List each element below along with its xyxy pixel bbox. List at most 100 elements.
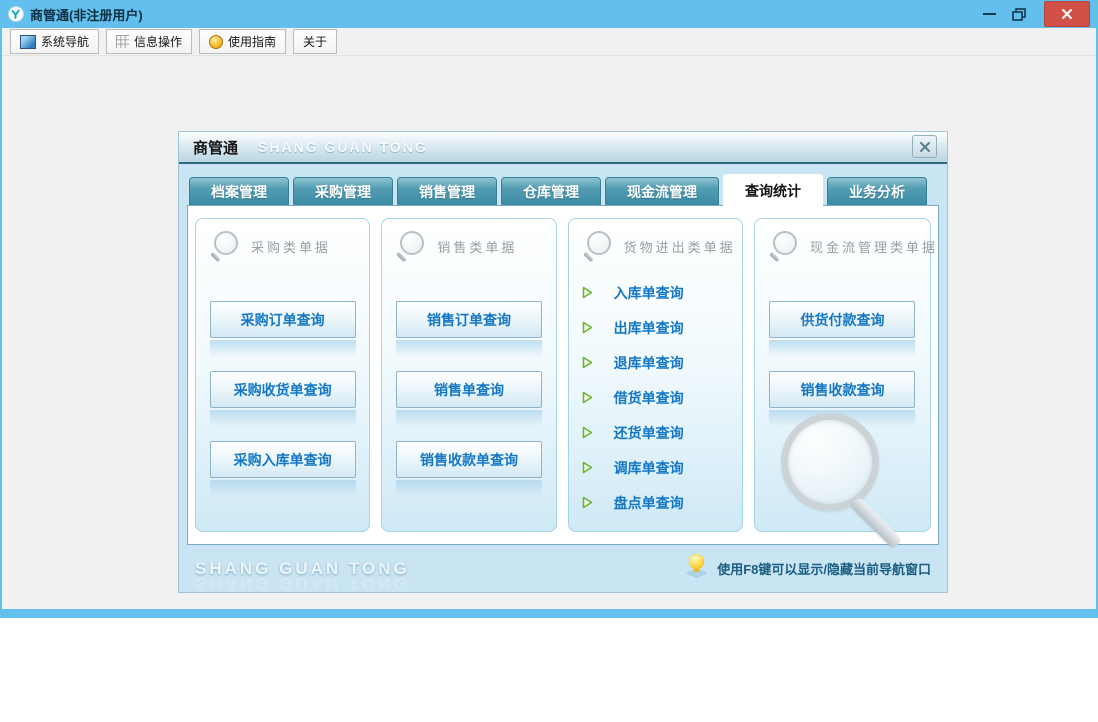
query-link[interactable]: 入库单查询 bbox=[569, 275, 742, 310]
query-button-wrap: 供货付款查询 bbox=[769, 301, 916, 357]
card-title: 现金流管理类单据 bbox=[809, 239, 938, 255]
card-title: 采购类单据 bbox=[251, 239, 332, 255]
navigation-panel: 商管通 SHANG GUAN TONG 档案管理 采购管理 销售管理 仓库管理 现金流管… bbox=[178, 131, 948, 593]
query-link[interactable]: 出库单查询 bbox=[569, 310, 742, 345]
query-link-label: 调库单查询 bbox=[613, 459, 684, 476]
magnifier-icon bbox=[394, 231, 425, 263]
magnifier-icon bbox=[581, 231, 611, 263]
close-icon[interactable] bbox=[1044, 1, 1090, 27]
lightbulb-icon bbox=[683, 553, 710, 584]
system-nav-icon bbox=[20, 34, 36, 49]
panel-header: 商管通 SHANG GUAN TONG bbox=[179, 132, 947, 164]
info-grid-icon bbox=[116, 35, 130, 48]
query-link-label: 还货单查询 bbox=[613, 424, 684, 441]
green-arrow-icon bbox=[582, 286, 593, 299]
magnifier-lens bbox=[214, 231, 238, 255]
tab-1[interactable]: 档案管理 bbox=[189, 177, 289, 205]
query-button[interactable]: 采购入库单查询 bbox=[209, 441, 356, 478]
query-card-3: 货物进出类单据入库单查询出库单查询退库单查询借货单查询还货单查询调库单查询盘点单… bbox=[567, 218, 743, 532]
query-link[interactable]: 还货单查询 bbox=[569, 415, 742, 450]
tab-3[interactable]: 销售管理 bbox=[397, 177, 497, 205]
query-button[interactable]: 销售单查询 bbox=[395, 371, 542, 408]
query-button-wrap: 采购入库单查询 bbox=[209, 441, 356, 497]
window-controls bbox=[983, 1, 1090, 27]
big-magnifier-handle bbox=[849, 495, 903, 550]
query-button[interactable]: 供货付款查询 bbox=[769, 301, 916, 338]
app-window: 商管通(非注册用户) 系统导航 信息操作 使用指南 关于 商管通 SHANG GUAN… bbox=[0, 0, 1098, 618]
card-header: 现金流管理类单据 bbox=[755, 219, 935, 263]
magnifier-icon bbox=[208, 231, 238, 263]
query-button-wrap: 销售收款单查询 bbox=[395, 441, 542, 497]
query-link[interactable]: 退库单查询 bbox=[569, 345, 742, 380]
query-button-wrap: 销售收款查询 bbox=[769, 371, 916, 427]
query-card-1: 采购类单据采购订单查询 采购收货单查询 采购入库单查询 bbox=[195, 218, 371, 532]
query-link-label: 退库单查询 bbox=[613, 354, 684, 371]
green-arrow-icon bbox=[582, 496, 593, 509]
card-buttons: 销售订单查询 销售单查询销售收款单查询 bbox=[382, 301, 555, 511]
query-card-2: 销售类单据销售订单查询 销售单查询销售收款单查询 bbox=[381, 218, 557, 532]
app-logo-icon bbox=[8, 6, 24, 22]
query-button[interactable]: 销售收款单查询 bbox=[395, 441, 542, 478]
query-button[interactable]: 销售订单查询 bbox=[395, 301, 542, 338]
green-arrow-icon bbox=[582, 426, 593, 439]
query-button[interactable]: 采购订单查询 bbox=[209, 301, 356, 338]
tab-2[interactable]: 采购管理 bbox=[293, 177, 393, 205]
query-card-4: 现金流管理类单据供货付款查询 销售收款查询 bbox=[753, 218, 935, 550]
toolbar-item-4[interactable]: 关于 bbox=[293, 29, 338, 54]
panel-title-cn: 商管通 bbox=[193, 139, 239, 157]
guide-coin-icon bbox=[209, 34, 224, 49]
tab-6[interactable]: 查询统计 bbox=[723, 174, 823, 206]
green-arrow-icon bbox=[582, 461, 593, 474]
card-header: 采购类单据 bbox=[196, 219, 369, 263]
tab-4[interactable]: 仓库管理 bbox=[501, 177, 601, 205]
card-title: 货物进出类单据 bbox=[623, 239, 736, 255]
query-link-label: 盘点单查询 bbox=[613, 494, 684, 511]
green-arrow-icon bbox=[582, 321, 593, 334]
card-buttons: 供货付款查询 销售收款查询 bbox=[755, 301, 930, 441]
minimize-icon[interactable] bbox=[983, 13, 996, 15]
green-arrow-icon bbox=[582, 391, 593, 404]
card-header: 货物进出类单据 bbox=[569, 219, 742, 263]
panel-close-icon[interactable] bbox=[912, 135, 937, 158]
magnifier-lens bbox=[586, 231, 611, 255]
query-link-label: 出库单查询 bbox=[613, 319, 684, 336]
query-button-wrap: 销售单查询 bbox=[395, 371, 542, 427]
toolbar-item-1[interactable]: 系统导航 bbox=[10, 29, 100, 54]
query-button[interactable]: 销售收款查询 bbox=[769, 371, 916, 408]
card-title: 销售类单据 bbox=[437, 239, 518, 255]
toolbar-item-label: 系统导航 bbox=[41, 35, 90, 49]
query-button-wrap: 销售订单查询 bbox=[395, 301, 542, 357]
toolbar-item-3[interactable]: 使用指南 bbox=[199, 29, 287, 54]
restore-icon[interactable] bbox=[1012, 7, 1026, 21]
card-header: 销售类单据 bbox=[382, 219, 555, 263]
panel-title-en: SHANG GUAN TONG bbox=[258, 139, 428, 155]
footer-hint: 使用F8键可以显示/隐藏当前导航窗口 bbox=[683, 553, 931, 584]
magnifier-lens bbox=[400, 231, 425, 255]
window-title: 商管通(非注册用户) bbox=[30, 7, 143, 23]
tab-bar: 档案管理 采购管理 销售管理 仓库管理 现金流管理 查询统计 业务分析 bbox=[189, 174, 947, 206]
footer-watermark-reflection: SHANG GUAN TONG bbox=[195, 574, 410, 593]
query-link[interactable]: 调库单查询 bbox=[569, 450, 742, 485]
query-button-wrap: 采购收货单查询 bbox=[209, 371, 356, 427]
toolbar-item-label: 关于 bbox=[303, 35, 328, 49]
tab-7[interactable]: 业务分析 bbox=[827, 177, 927, 205]
query-link[interactable]: 盘点单查询 bbox=[569, 485, 742, 520]
query-button[interactable]: 采购收货单查询 bbox=[209, 371, 356, 408]
green-arrow-icon bbox=[582, 356, 593, 369]
content-area: 商管通 SHANG GUAN TONG 档案管理 采购管理 销售管理 仓库管理 现金流管… bbox=[2, 56, 1096, 609]
magnifier-lens bbox=[772, 231, 797, 255]
tab-5[interactable]: 现金流管理 bbox=[605, 177, 719, 205]
tab-content: 采购类单据 采购订单查询 采购收货单查询 采购入库单查询 销售类单据 销售订单查询 销售单查… bbox=[187, 205, 939, 550]
footer-watermark: SHANG GUAN TONG SHANG GUAN TONG bbox=[195, 560, 410, 593]
toolbar-item-2[interactable]: 信息操作 bbox=[106, 29, 193, 54]
query-button-wrap: 采购订单查询 bbox=[209, 301, 356, 357]
toolbar-item-label: 信息操作 bbox=[134, 35, 183, 49]
footer-hint-text: 使用F8键可以显示/隐藏当前导航窗口 bbox=[717, 562, 931, 577]
toolbar: 系统导航 信息操作 使用指南 关于 bbox=[2, 28, 1096, 56]
query-link[interactable]: 借货单查询 bbox=[569, 380, 742, 415]
panel-footer: SHANG GUAN TONG SHANG GUAN TONG 使用F8键可以显… bbox=[179, 545, 947, 593]
magnifier-icon bbox=[767, 231, 797, 263]
query-link-label: 借货单查询 bbox=[613, 389, 684, 406]
query-link-label: 入库单查询 bbox=[613, 284, 684, 301]
card-buttons: 采购订单查询 采购收货单查询 采购入库单查询 bbox=[196, 301, 369, 511]
